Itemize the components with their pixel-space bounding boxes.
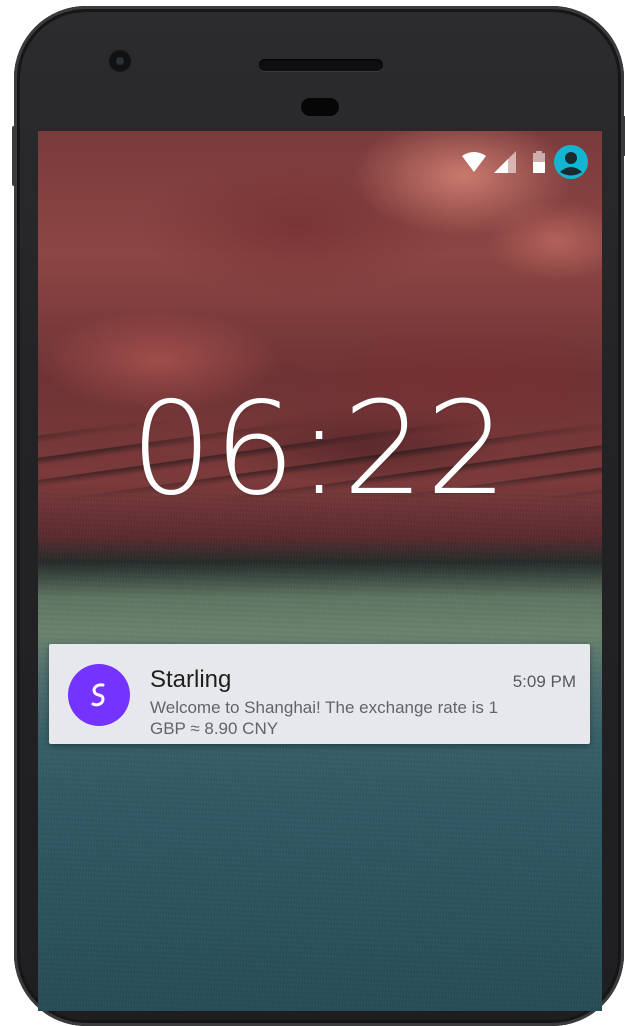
notification-card[interactable]: Starling 5:09 PM Welcome to Shanghai! Th…	[49, 644, 590, 744]
starling-logo-icon	[68, 664, 130, 726]
notification-app-name: Starling	[150, 666, 232, 693]
earpiece-speaker	[259, 59, 383, 71]
power-button	[12, 126, 16, 186]
notification-time: 5:09 PM	[512, 672, 576, 691]
front-camera	[109, 50, 131, 72]
user-account-icon[interactable]	[554, 145, 588, 179]
wifi-icon	[462, 152, 486, 172]
cell-signal-icon	[494, 151, 516, 173]
wallpaper	[38, 131, 602, 1011]
proximity-sensor	[301, 98, 339, 116]
lock-screen-clock: 06:22	[130, 375, 510, 524]
lock-screen[interactable]: 06:22 Starling 5:09 PM Welcome to Shangh…	[38, 131, 602, 1011]
status-bar	[462, 145, 588, 179]
battery-icon	[524, 151, 546, 173]
notification-message: Welcome to Shanghai! The exchange rate i…	[150, 698, 499, 738]
